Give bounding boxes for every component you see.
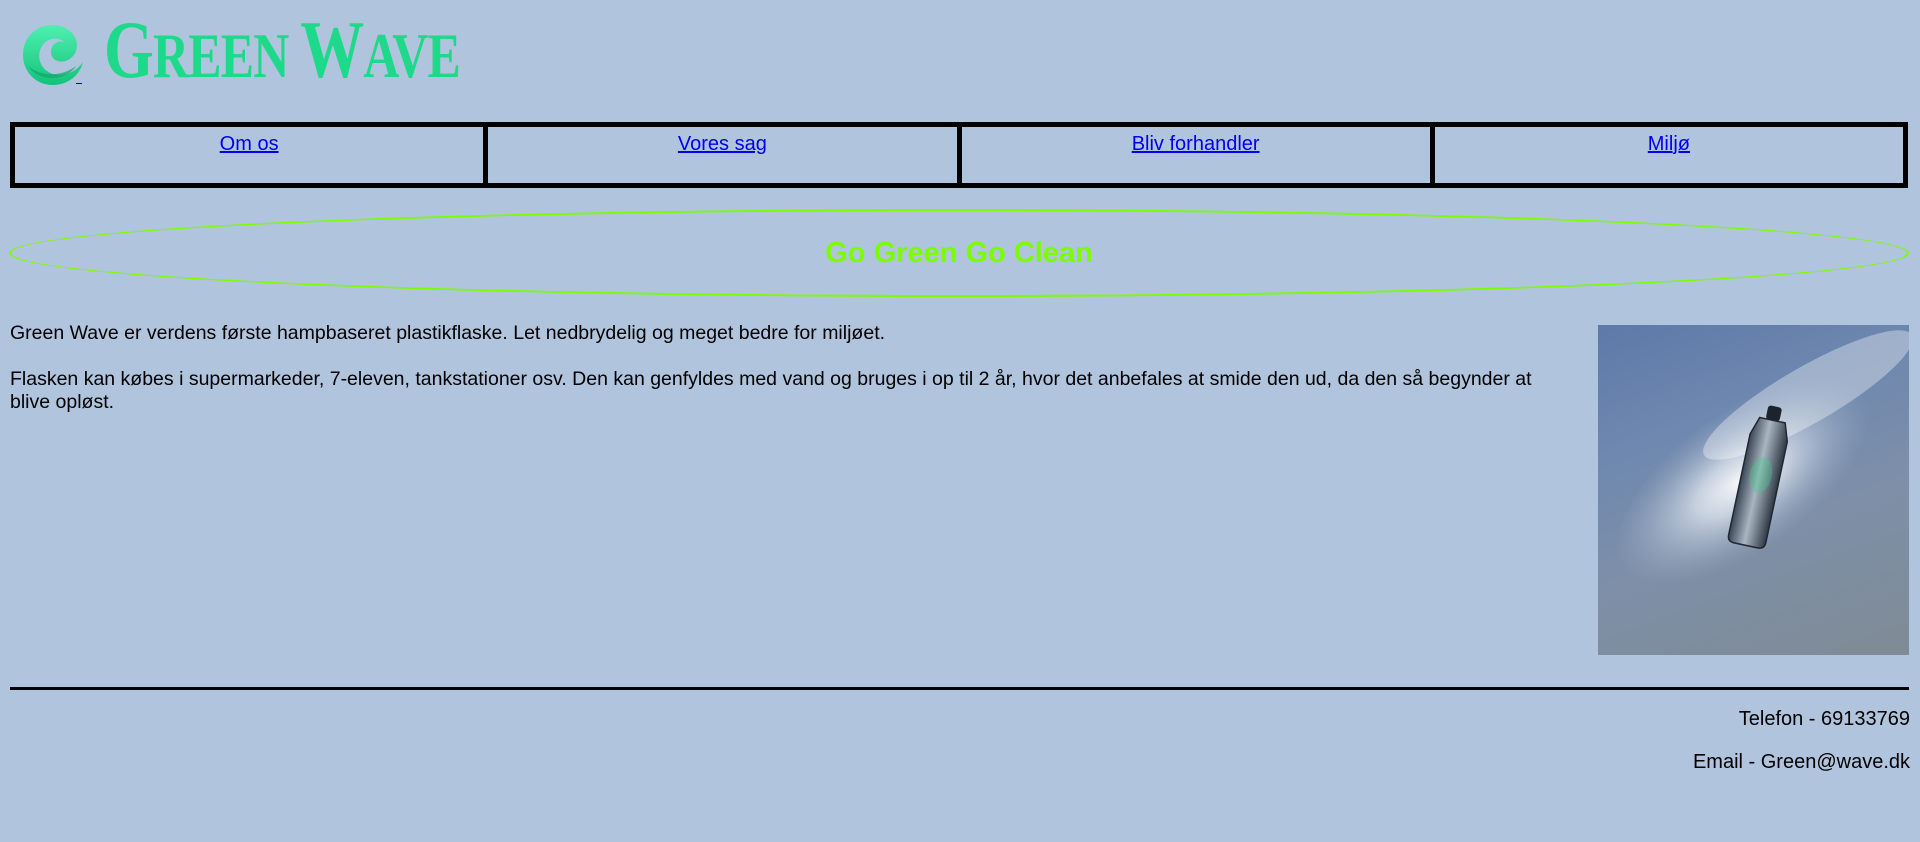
nav-table: Om os Vores sag Bliv forhandler Miljø (10, 122, 1908, 188)
nav-link-bliv-forhandler[interactable]: Bliv forhandler (1132, 133, 1260, 155)
main-content: Green Wave er verdens første hampbaseret… (10, 322, 1560, 437)
nav-cell-bliv-forhandler: Bliv forhandler (962, 127, 1435, 183)
nav-link-vores-sag[interactable]: Vores sag (678, 133, 767, 155)
logo-wordmark: GREEN WAVE (104, 4, 461, 95)
bottle-in-sky-image (1618, 330, 1909, 584)
nav-cell-om-os: Om os (15, 127, 489, 183)
contact-email: Email - Green@wave.dk (1692, 751, 1910, 773)
footer-divider (10, 687, 1909, 690)
nav-cell-vores-sag: Vores sag (488, 127, 962, 183)
contact-phone: Telefon - 69133769 (1738, 708, 1910, 730)
logo-link-underline (76, 83, 82, 84)
intro-paragraph: Green Wave er verdens første hampbaseret… (10, 322, 886, 344)
nav-link-om-os[interactable]: Om os (220, 133, 279, 155)
bottle-photo (1598, 325, 1909, 655)
nav-cell-miljo: Miljø (1435, 127, 1903, 183)
wave-logo-icon (23, 25, 83, 85)
details-paragraph: Flasken kan købes i supermarkeder, 7-ele… (10, 368, 1532, 413)
nav-link-miljo[interactable]: Miljø (1648, 133, 1690, 155)
page: GREEN WAVE Om os Vores sag Bliv forhandl… (0, 0, 1920, 842)
slogan-banner: Go Green Go Clean (9, 209, 1909, 297)
slogan-heading: Go Green Go Clean (825, 236, 1093, 269)
